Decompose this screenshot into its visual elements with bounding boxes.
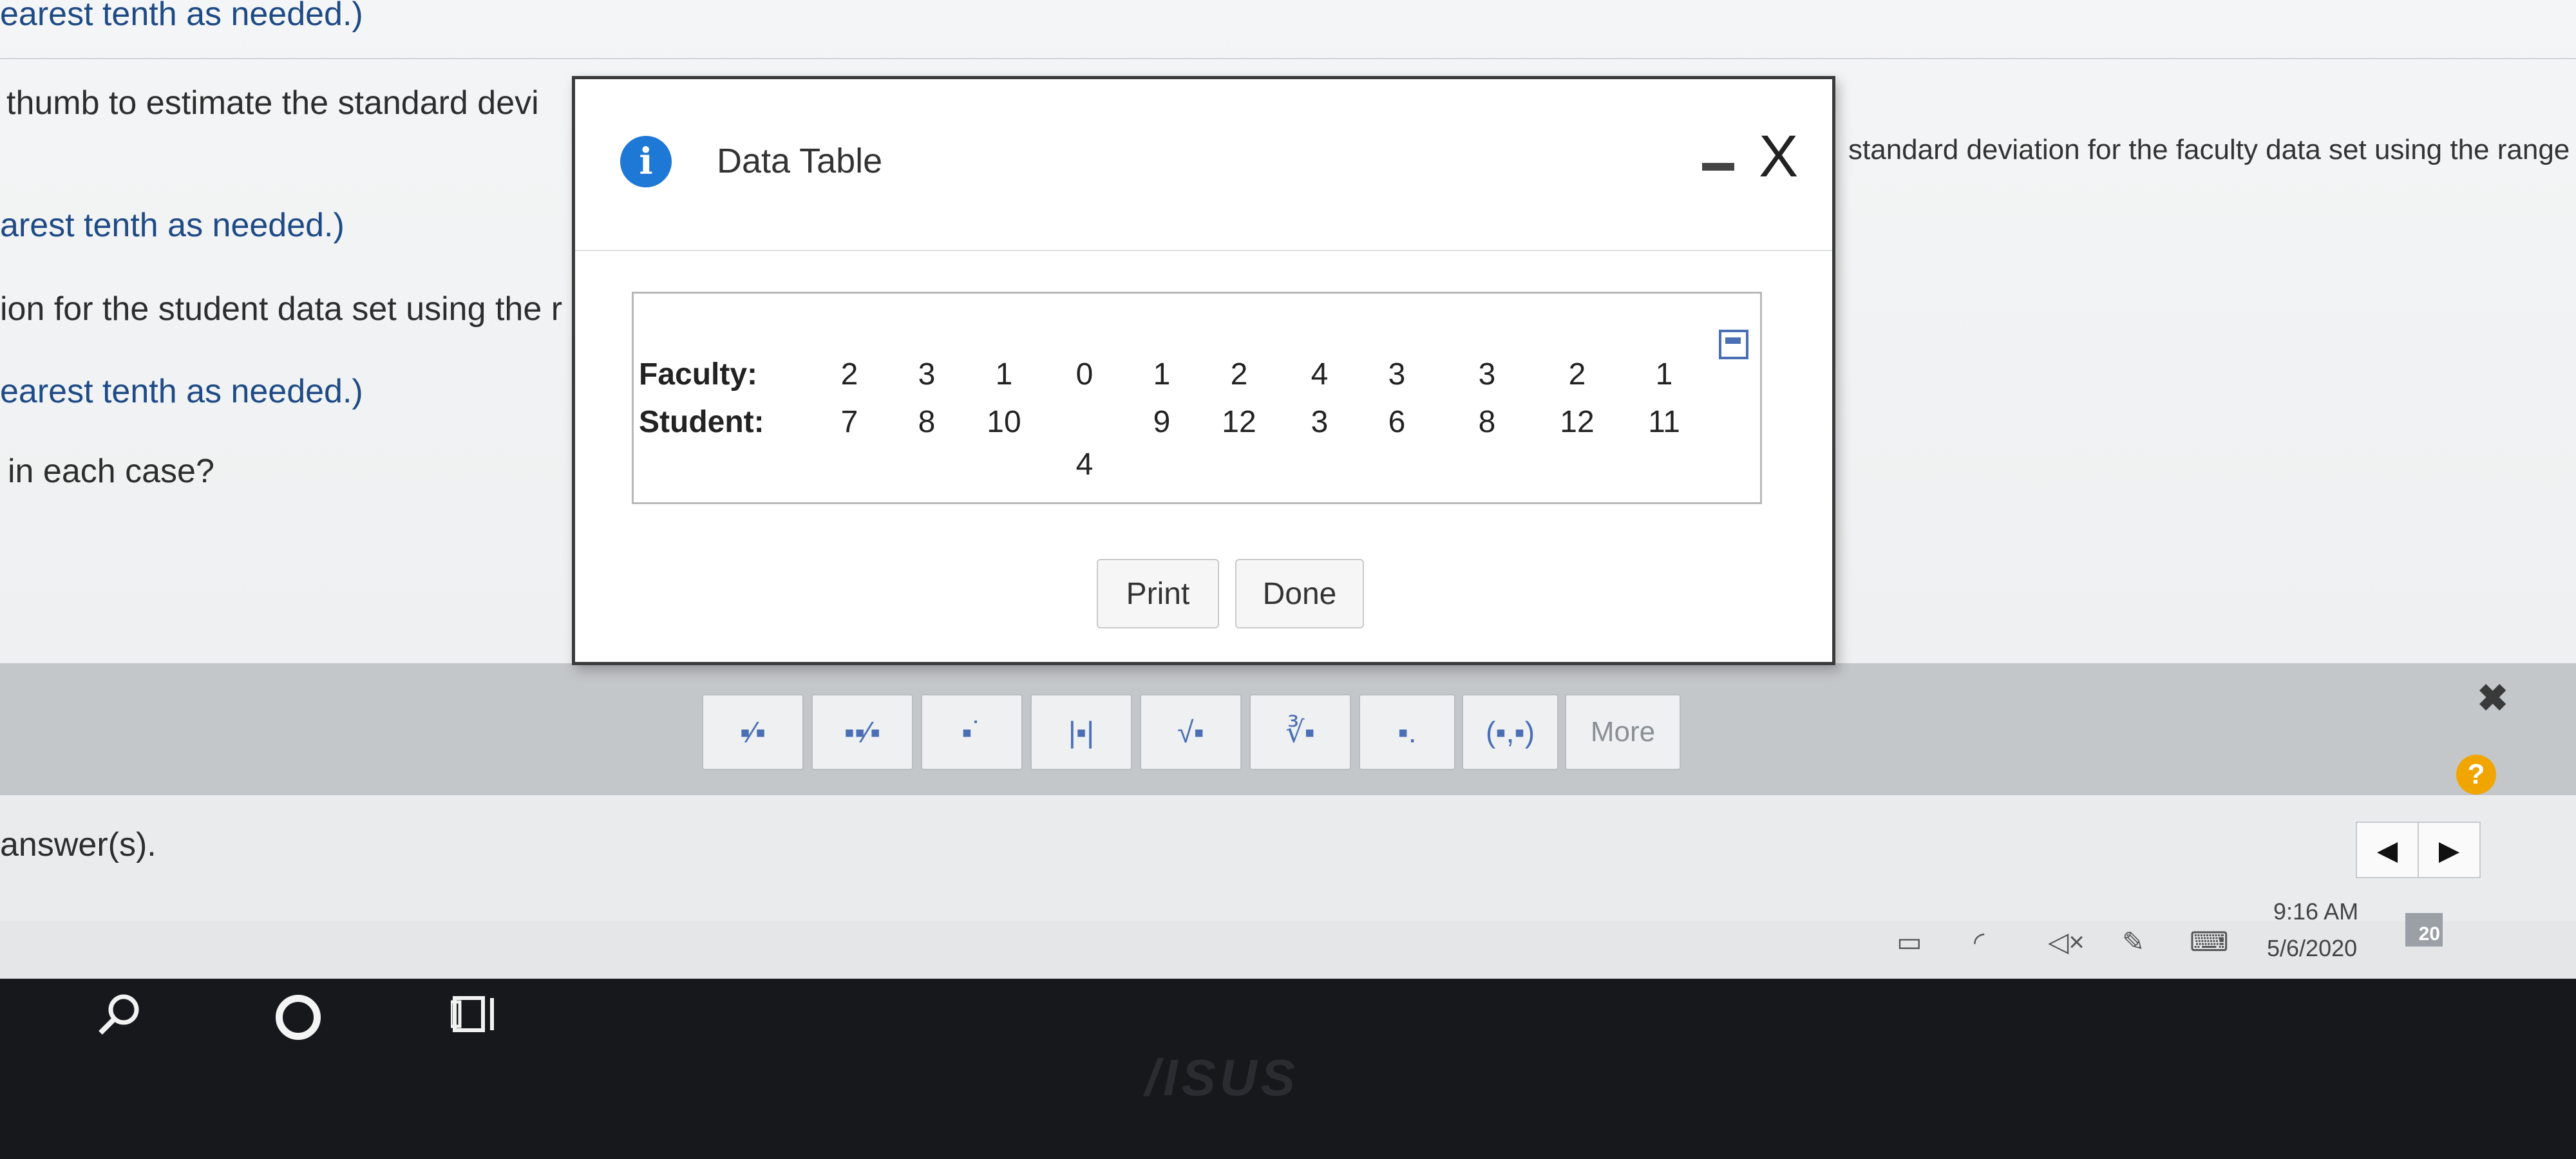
faculty-value: 2 bbox=[1568, 357, 1586, 391]
help-button[interactable]: ? bbox=[2456, 755, 2496, 795]
question-line-1: earest tenth as needed.) bbox=[0, 0, 363, 33]
exponent-icon: ▪˙ bbox=[961, 715, 982, 749]
question-line-4: ion for the student data set using the r bbox=[0, 290, 563, 328]
info-icon: i bbox=[620, 136, 672, 187]
copy-to-spreadsheet-icon[interactable] bbox=[1719, 330, 1748, 359]
question-line-2: thumb to estimate the standard devi bbox=[6, 84, 539, 122]
search-icon[interactable] bbox=[97, 992, 142, 1037]
dialog-title: Data Table bbox=[717, 142, 883, 180]
absolute-value-icon: |▪| bbox=[1068, 715, 1095, 749]
faculty-value: 4 bbox=[1311, 357, 1329, 391]
fraction-button[interactable]: ▪⁄▪ bbox=[702, 694, 804, 770]
ordered-pair-button[interactable]: (▪,▪) bbox=[1462, 694, 1558, 770]
brand-logo: /ISUS bbox=[1145, 1049, 1299, 1106]
wifi-icon[interactable]: ◜ bbox=[1974, 926, 1984, 957]
screen: earest tenth as needed.) thumb to estima… bbox=[0, 0, 2576, 979]
clock-time[interactable]: 9:16 AM bbox=[2273, 898, 2358, 925]
student-value: 9 bbox=[1153, 405, 1171, 439]
battery-icon[interactable]: ▭ bbox=[1897, 926, 1922, 957]
question-line-3: arest tenth as needed.) bbox=[0, 207, 345, 244]
prev-question-icon[interactable]: ◀ bbox=[2357, 823, 2419, 877]
keyboard-icon[interactable]: ⌨ bbox=[2190, 926, 2229, 957]
sqrt-button[interactable]: √▪ bbox=[1140, 694, 1242, 770]
next-question-icon[interactable]: ▶ bbox=[2419, 823, 2479, 877]
student-value: 10 bbox=[987, 405, 1021, 439]
subscript-icon: ▪. bbox=[1397, 715, 1417, 749]
nth-root-icon: ∛▪ bbox=[1285, 715, 1315, 749]
faculty-value: 0 bbox=[1075, 357, 1094, 391]
done-button[interactable]: Done bbox=[1235, 559, 1364, 628]
ordered-pair-icon: (▪,▪) bbox=[1485, 715, 1535, 749]
question-nav: ◀ ▶ bbox=[2356, 822, 2481, 878]
mixed-number-button[interactable]: ▪▪⁄▪ bbox=[811, 694, 913, 770]
student-value: 8 bbox=[918, 405, 936, 439]
student-value: 12 bbox=[1560, 405, 1595, 439]
math-palette: ▪⁄▪ ▪▪⁄▪ ▪˙ |▪| √▪ ∛▪ ▪. (▪,▪) More ✖ bbox=[0, 663, 2576, 795]
question-line-5: earest tenth as needed.) bbox=[0, 373, 363, 410]
faculty-label: Faculty: bbox=[639, 357, 758, 391]
pen-icon[interactable]: ✎ bbox=[2122, 926, 2145, 957]
student-value: 11 bbox=[1648, 405, 1680, 439]
fraction-icon: ▪⁄▪ bbox=[739, 715, 766, 749]
faculty-value: 3 bbox=[1478, 357, 1496, 391]
faculty-value: 2 bbox=[1230, 357, 1248, 391]
answer-prompt: answer(s). bbox=[0, 826, 156, 863]
student-label: Student: bbox=[639, 405, 764, 439]
question-line-6: in each case? bbox=[8, 453, 214, 490]
student-value: 4 bbox=[1075, 448, 1094, 482]
volume-muted-icon[interactable]: ◁× bbox=[2048, 926, 2085, 957]
faculty-value: 3 bbox=[1388, 357, 1406, 391]
faculty-value: 1 bbox=[1153, 357, 1171, 391]
subscript-button[interactable]: ▪. bbox=[1359, 694, 1455, 770]
student-value: 6 bbox=[1388, 405, 1406, 439]
faculty-value: 1 bbox=[1655, 357, 1673, 391]
close-icon[interactable]: X bbox=[1759, 127, 1798, 186]
student-value: 8 bbox=[1478, 405, 1496, 439]
clock-date[interactable]: 5/6/2020 bbox=[2267, 935, 2357, 962]
more-button[interactable]: More bbox=[1565, 694, 1681, 770]
student-value: 3 bbox=[1311, 405, 1329, 439]
dialog-header: i Data Table X bbox=[575, 79, 1832, 251]
faculty-value: 1 bbox=[995, 357, 1013, 391]
palette-close-icon[interactable]: ✖ bbox=[2477, 676, 2508, 720]
faculty-value: 2 bbox=[840, 357, 858, 391]
nth-root-button[interactable]: ∛▪ bbox=[1249, 694, 1351, 770]
task-view-icon[interactable] bbox=[451, 992, 502, 1037]
divider bbox=[0, 58, 2576, 59]
absolute-value-button[interactable]: |▪| bbox=[1030, 694, 1132, 770]
notification-icon[interactable]: 20 bbox=[2405, 913, 2443, 947]
student-value: 7 bbox=[840, 405, 858, 439]
cortana-icon[interactable] bbox=[276, 995, 321, 1040]
faculty-value: 3 bbox=[918, 357, 936, 391]
exponent-button[interactable]: ▪˙ bbox=[921, 694, 1023, 770]
data-table: Faculty: Student: 2 3 1 0 1 2 4 3 3 2 1 … bbox=[632, 292, 1762, 504]
answer-bar bbox=[0, 795, 2576, 921]
data-table-dialog: i Data Table X Faculty: Student: 2 3 1 0… bbox=[572, 76, 1835, 665]
sqrt-icon: √▪ bbox=[1177, 715, 1204, 749]
mixed-number-icon: ▪▪⁄▪ bbox=[844, 715, 881, 749]
student-value: 12 bbox=[1222, 405, 1256, 439]
print-button[interactable]: Print bbox=[1097, 559, 1219, 628]
minimize-icon[interactable] bbox=[1702, 163, 1734, 171]
question-line-2-right: standard deviation for the faculty data … bbox=[1848, 134, 2576, 165]
